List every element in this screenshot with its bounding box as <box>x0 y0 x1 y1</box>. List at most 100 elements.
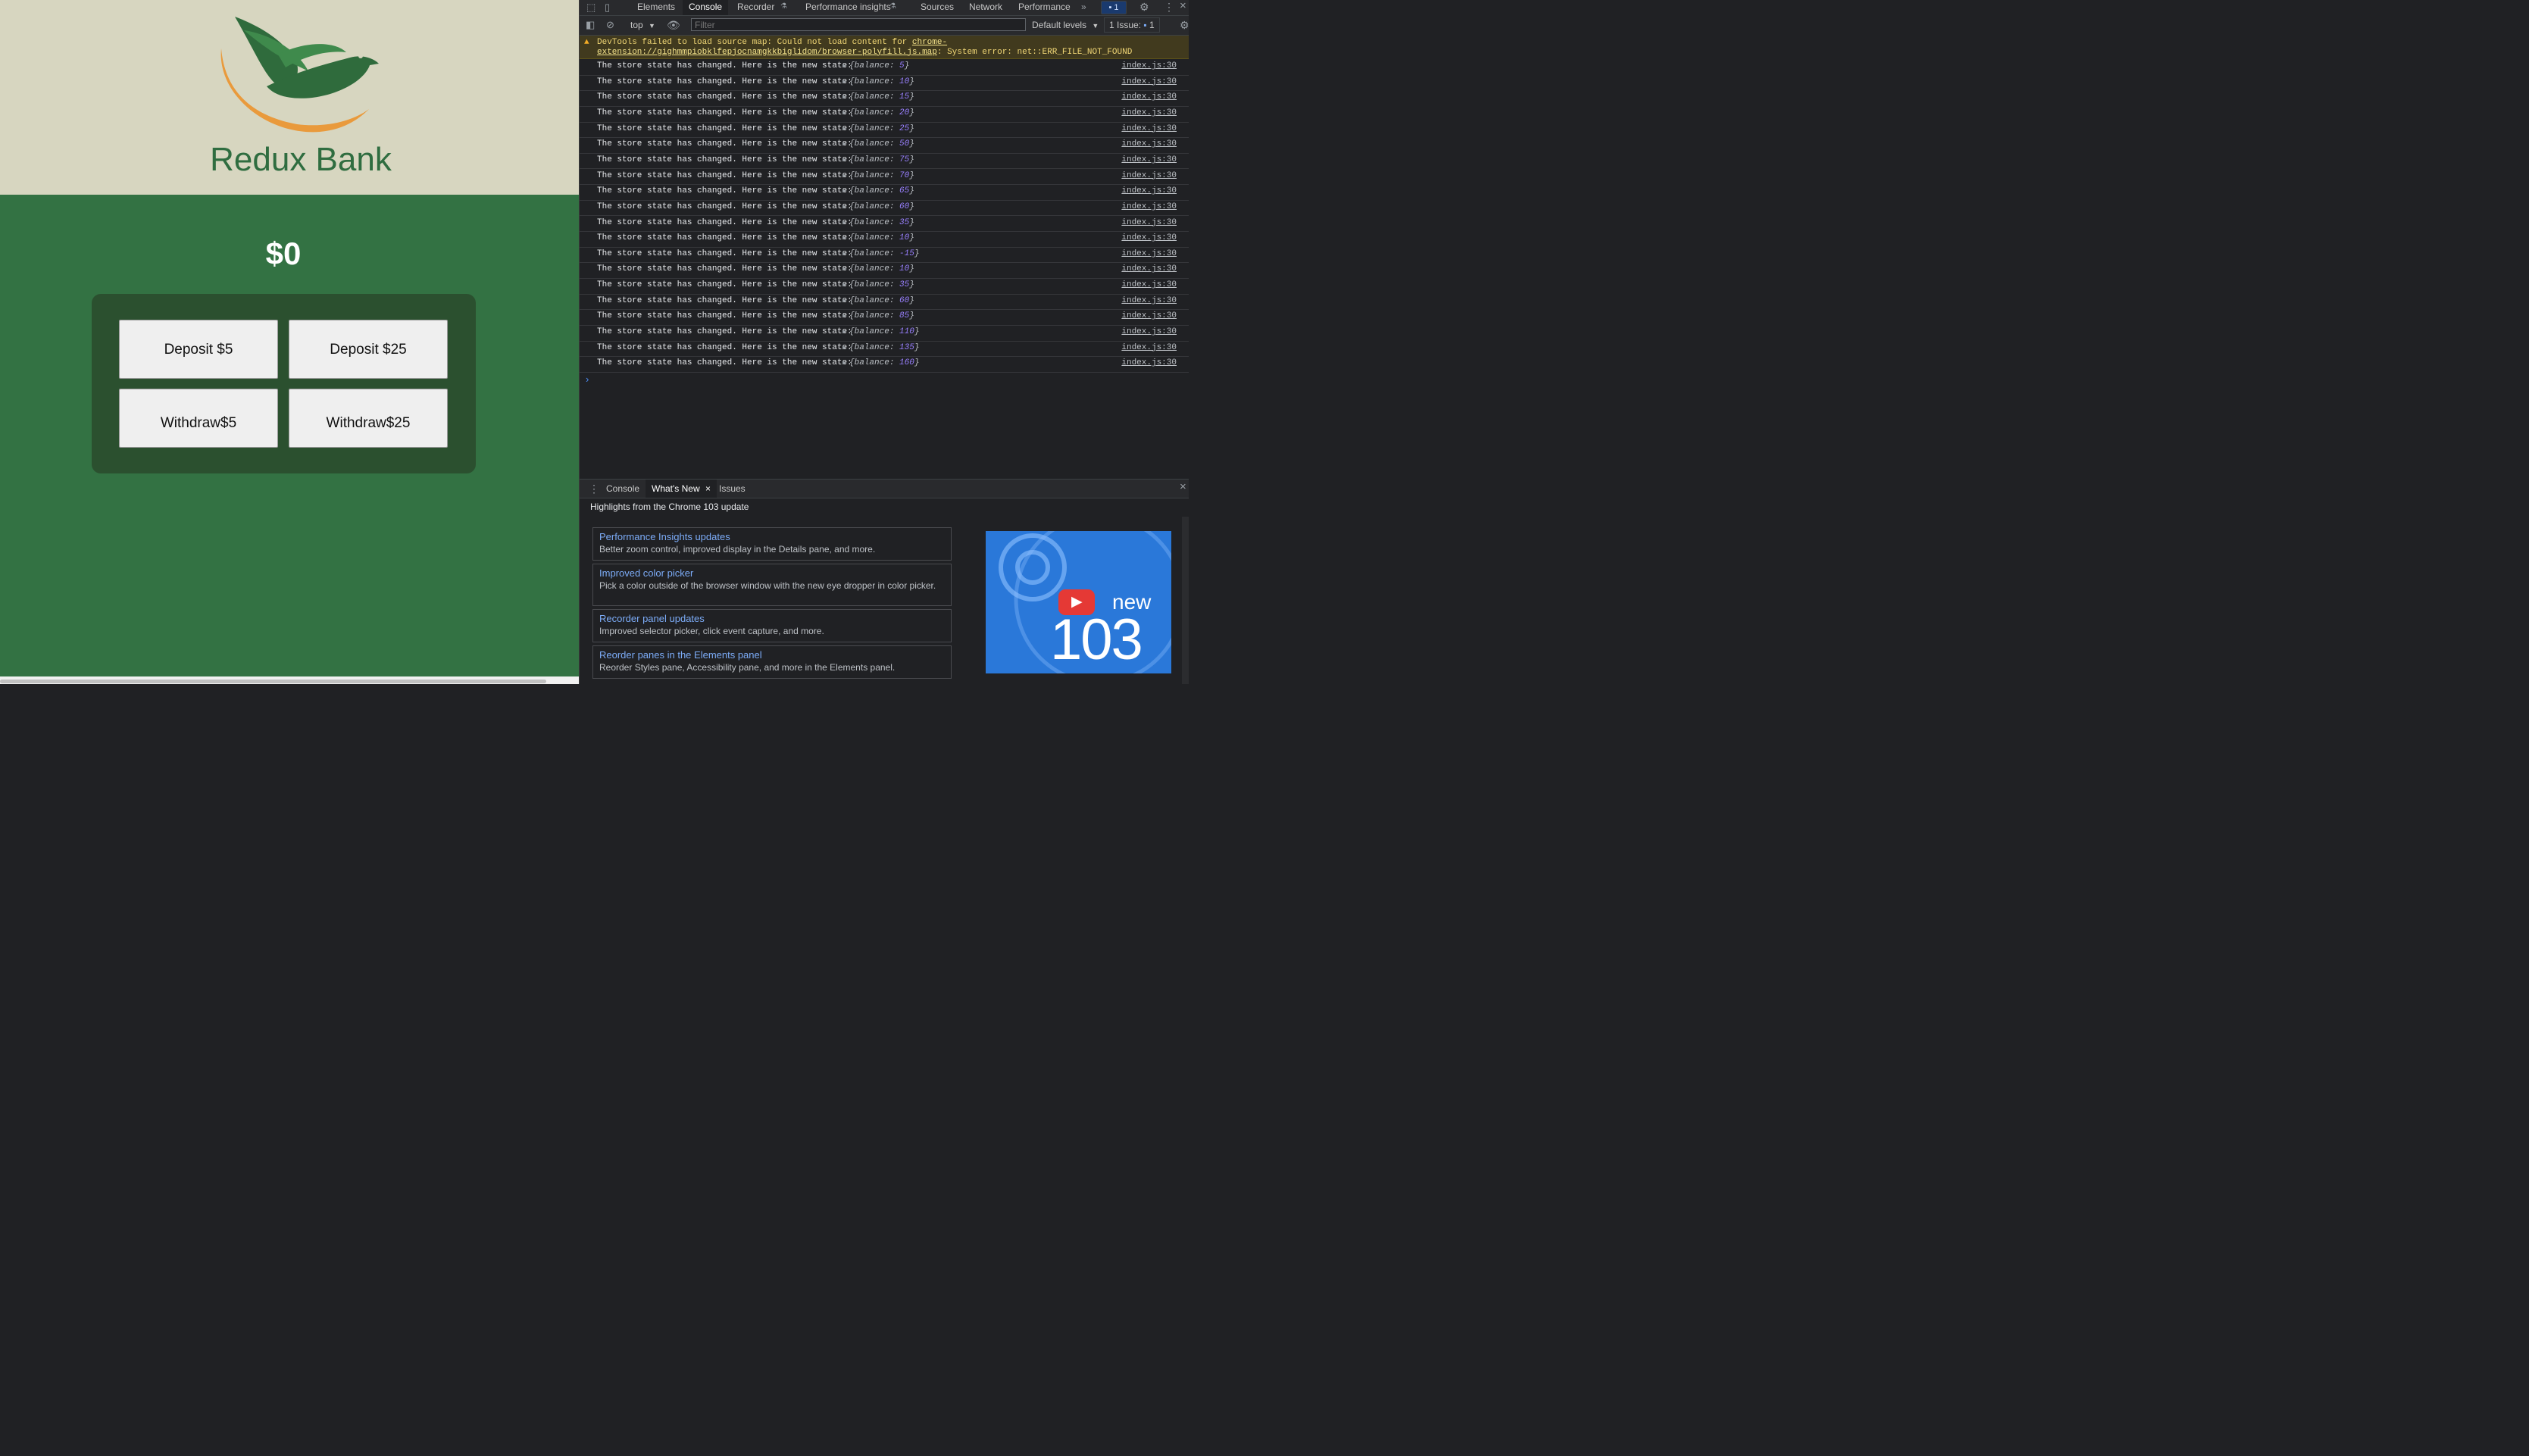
horizontal-scrollbar-thumb[interactable] <box>0 680 546 683</box>
context-selector[interactable]: top ▼ <box>630 20 655 30</box>
deposit-5-button[interactable]: Deposit $5 <box>119 320 278 379</box>
card-title-link[interactable]: Improved color picker <box>599 567 945 580</box>
source-link[interactable]: index.js:30 <box>1121 137 1177 152</box>
card-title-link[interactable]: Reorder panes in the Elements panel <box>599 649 945 661</box>
expand-triangle-icon[interactable]: ▶ <box>842 231 846 245</box>
source-link[interactable]: index.js:30 <box>1121 278 1177 292</box>
expand-triangle-icon[interactable]: ▶ <box>842 356 846 370</box>
source-link[interactable]: index.js:30 <box>1121 341 1177 355</box>
source-link[interactable]: index.js:30 <box>1121 59 1177 73</box>
state-object[interactable]: {balance: 135} <box>849 341 919 355</box>
source-link[interactable]: index.js:30 <box>1121 294 1177 308</box>
source-link[interactable]: index.js:30 <box>1121 106 1177 120</box>
issues-counter[interactable]: 1 Issue: ▪ 1 <box>1104 17 1160 33</box>
source-link[interactable]: index.js:30 <box>1121 122 1177 136</box>
state-object[interactable]: {balance: 70} <box>849 169 914 183</box>
expand-triangle-icon[interactable]: ▶ <box>842 247 846 261</box>
expand-triangle-icon[interactable]: ▶ <box>842 90 846 105</box>
tab-console[interactable]: Console <box>683 0 729 15</box>
source-link[interactable]: index.js:30 <box>1121 356 1177 370</box>
state-object[interactable]: {balance: 85} <box>849 309 914 323</box>
expand-triangle-icon[interactable]: ▶ <box>842 341 846 355</box>
whats-new-card[interactable]: Reorder panes in the Elements panel Reor… <box>592 645 952 679</box>
tab-sources[interactable]: Sources <box>914 0 960 15</box>
expand-triangle-icon[interactable]: ▶ <box>842 309 846 323</box>
tab-network[interactable]: Network <box>963 0 1008 15</box>
clear-console-icon[interactable]: ⊘ <box>606 18 614 32</box>
more-tabs-icon[interactable]: » <box>1081 0 1086 15</box>
deposit-25-button[interactable]: Deposit $25 <box>289 320 448 379</box>
tab-performance[interactable]: Performance <box>1012 0 1077 15</box>
state-object[interactable]: {balance: 15} <box>849 90 914 105</box>
inspect-element-icon[interactable]: ⬚ <box>586 1 596 14</box>
whats-new-card[interactable]: Improved color picker Pick a color outsi… <box>592 564 952 606</box>
source-link[interactable]: index.js:30 <box>1121 231 1177 245</box>
expand-triangle-icon[interactable]: ▶ <box>842 169 846 183</box>
tab-performance-insights[interactable]: Performance insights <box>799 0 897 15</box>
expand-triangle-icon[interactable]: ▶ <box>842 200 846 214</box>
state-object[interactable]: {balance: 25} <box>849 122 914 136</box>
drawer-tab-console[interactable]: Console <box>606 480 639 498</box>
source-link[interactable]: index.js:30 <box>1121 216 1177 230</box>
state-object[interactable]: {balance: 65} <box>849 184 914 198</box>
state-object[interactable]: {balance: -15} <box>849 247 919 261</box>
expand-triangle-icon[interactable]: ▶ <box>842 294 846 308</box>
expand-triangle-icon[interactable]: ▶ <box>842 137 846 152</box>
state-object[interactable]: {balance: 60} <box>849 294 914 308</box>
tab-recorder[interactable]: Recorder <box>731 0 780 15</box>
state-object[interactable]: {balance: 110} <box>849 325 919 339</box>
source-link[interactable]: index.js:30 <box>1121 325 1177 339</box>
sidebar-toggle-icon[interactable]: ◧ <box>586 18 595 32</box>
source-link[interactable]: index.js:30 <box>1121 200 1177 214</box>
expand-triangle-icon[interactable]: ▶ <box>842 325 846 339</box>
expand-triangle-icon[interactable]: ▶ <box>842 278 846 292</box>
state-object[interactable]: {balance: 5} <box>849 59 909 73</box>
drawer-scrollbar[interactable] <box>1182 517 1189 684</box>
message-badge[interactable]: ▪ 1 <box>1101 1 1127 14</box>
withdraw-25-button[interactable]: Withdraw $25 <box>289 389 448 448</box>
expand-triangle-icon[interactable]: ▶ <box>842 75 846 89</box>
state-object[interactable]: {balance: 160} <box>849 356 919 370</box>
state-object[interactable]: {balance: 35} <box>849 216 914 230</box>
state-object[interactable]: {balance: 35} <box>849 278 914 292</box>
close-drawer-icon[interactable]: × <box>1180 480 1186 494</box>
whats-new-card[interactable]: Performance Insights updates Better zoom… <box>592 527 952 561</box>
source-link[interactable]: index.js:30 <box>1121 247 1177 261</box>
chrome-103-video-thumbnail[interactable]: ▶ new 103 <box>986 531 1171 673</box>
console-prompt[interactable]: › <box>586 373 589 385</box>
log-levels-dropdown[interactable]: Default levels ▼ <box>1032 20 1099 30</box>
source-link[interactable]: index.js:30 <box>1121 153 1177 167</box>
expand-triangle-icon[interactable]: ▶ <box>842 122 846 136</box>
drawer-menu-icon[interactable]: ⋮ <box>589 482 599 495</box>
whats-new-card[interactable]: Recorder panel updates Improved selector… <box>592 609 952 642</box>
card-title-link[interactable]: Recorder panel updates <box>599 613 945 625</box>
tab-elements[interactable]: Elements <box>631 0 681 15</box>
state-object[interactable]: {balance: 50} <box>849 137 914 152</box>
state-object[interactable]: {balance: 20} <box>849 106 914 120</box>
source-link[interactable]: index.js:30 <box>1121 184 1177 198</box>
drawer-tab-whats-new[interactable]: What's New × <box>646 480 717 498</box>
source-link[interactable]: index.js:30 <box>1121 262 1177 277</box>
state-object[interactable]: {balance: 75} <box>849 153 914 167</box>
drawer-tab-issues[interactable]: Issues <box>719 480 746 498</box>
state-object[interactable]: {balance: 10} <box>849 231 914 245</box>
live-expression-eye-icon[interactable]: 👁 <box>667 18 680 32</box>
source-link[interactable]: index.js:30 <box>1121 90 1177 105</box>
state-object[interactable]: {balance: 10} <box>849 75 914 89</box>
withdraw-5-button[interactable]: Withdraw $5 <box>119 389 278 448</box>
state-object[interactable]: {balance: 10} <box>849 262 914 277</box>
expand-triangle-icon[interactable]: ▶ <box>842 59 846 73</box>
device-toggle-icon[interactable]: ▯ <box>605 1 610 14</box>
source-link[interactable]: index.js:30 <box>1121 309 1177 323</box>
expand-triangle-icon[interactable]: ▶ <box>842 106 846 120</box>
expand-triangle-icon[interactable]: ▶ <box>842 153 846 167</box>
kebab-menu-icon[interactable]: ⋮ <box>1164 0 1174 14</box>
source-link[interactable]: index.js:30 <box>1121 75 1177 89</box>
close-devtools-icon[interactable]: × <box>1180 0 1186 13</box>
card-title-link[interactable]: Performance Insights updates <box>599 531 945 543</box>
close-tab-icon[interactable]: × <box>705 483 711 494</box>
state-object[interactable]: {balance: 60} <box>849 200 914 214</box>
console-filter-input[interactable] <box>691 18 1026 31</box>
expand-triangle-icon[interactable]: ▶ <box>842 216 846 230</box>
expand-triangle-icon[interactable]: ▶ <box>842 184 846 198</box>
